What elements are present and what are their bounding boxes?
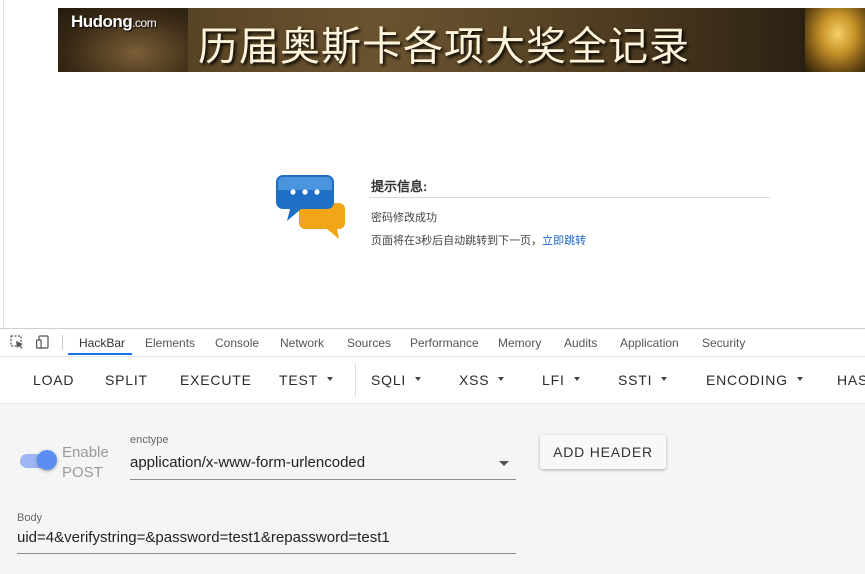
chevron-down-icon — [796, 377, 803, 382]
encoding-label: ENCODING — [706, 372, 788, 388]
enable-post-label-line1: Enable — [62, 444, 109, 461]
test-label: TEST — [279, 372, 318, 388]
banner-title: 历届奥斯卡各项大奖全记录 — [198, 24, 690, 70]
tab-audits[interactable]: Audits — [564, 336, 597, 350]
tab-security[interactable]: Security — [702, 336, 745, 350]
lfi-label: LFI — [542, 372, 565, 388]
ssti-label: SSTI — [618, 372, 653, 388]
encoding-dropdown[interactable]: ENCODING — [706, 372, 803, 388]
redirect-notice: 页面将在3秒后自动跳转到下一页，立即跳转 — [371, 232, 586, 248]
web-page: Hudong.com 历届奥斯卡各项大奖全记录 提示信息: 密码修改成功 页面将… — [0, 0, 865, 328]
message-divider — [369, 197, 770, 198]
tab-sources[interactable]: Sources — [347, 336, 391, 350]
xss-dropdown[interactable]: XSS — [459, 372, 505, 388]
chat-bubbles-icon — [276, 175, 345, 239]
tab-application[interactable]: Application — [620, 336, 679, 350]
enctype-label: enctype — [130, 434, 169, 446]
tab-elements[interactable]: Elements — [145, 336, 195, 350]
enctype-underline — [130, 479, 516, 480]
add-header-button[interactable]: ADD HEADER — [540, 435, 666, 469]
devtools-panel: HackBar Elements Console Network Sources… — [0, 328, 865, 574]
enctype-dropdown-arrow-icon[interactable] — [499, 461, 509, 466]
ssti-dropdown[interactable]: SSTI — [618, 372, 668, 388]
device-toolbar-icon[interactable] — [36, 335, 50, 349]
chevron-down-icon — [498, 377, 505, 382]
hudong-logo: Hudong.com — [71, 12, 157, 32]
hash-dropdown[interactable]: HAS — [837, 372, 865, 388]
enable-post-label-line2: POST — [62, 464, 103, 481]
message-text: 密码修改成功 — [371, 212, 437, 224]
tab-hackbar[interactable]: HackBar — [79, 336, 125, 350]
toolbar-separator — [355, 363, 356, 397]
body-underline — [17, 553, 516, 554]
body-input[interactable]: uid=4&verifystring=&password=test1&repas… — [17, 529, 390, 546]
chevron-down-icon — [326, 377, 333, 382]
tab-network[interactable]: Network — [280, 336, 324, 350]
execute-button[interactable]: EXECUTE — [180, 372, 252, 388]
test-dropdown[interactable]: TEST — [279, 372, 333, 388]
hudong-logo-suffix: .com — [132, 16, 157, 30]
tab-memory[interactable]: Memory — [498, 336, 541, 350]
load-button[interactable]: LOAD — [33, 372, 74, 388]
body-label: Body — [17, 512, 43, 524]
tab-console[interactable]: Console — [215, 336, 259, 350]
lfi-dropdown[interactable]: LFI — [542, 372, 580, 388]
hackbar-toolbar: LOAD SPLIT EXECUTE TEST SQLI XSS LFI SST… — [0, 357, 865, 404]
split-button[interactable]: SPLIT — [105, 372, 148, 388]
chevron-down-icon — [415, 377, 422, 382]
hackbar-request-panel: Enable POST enctype application/x-www-fo… — [0, 404, 865, 574]
tab-separator — [62, 335, 63, 350]
redirect-now-link[interactable]: 立即跳转 — [542, 235, 586, 247]
redirect-text: 页面将在3秒后自动跳转到下一页， — [371, 235, 543, 247]
chevron-down-icon — [573, 377, 580, 382]
xss-label: XSS — [459, 372, 490, 388]
enable-post-label: Enable POST — [62, 443, 122, 483]
hudong-logo-text: Hudong — [71, 12, 133, 31]
tab-performance[interactable]: Performance — [410, 336, 479, 350]
inspect-element-icon[interactable] — [10, 335, 24, 349]
message-title: 提示信息: — [371, 179, 428, 194]
page-edge — [3, 0, 4, 328]
enctype-select[interactable]: application/x-www-form-urlencoded — [130, 454, 365, 471]
oscar-banner-ad[interactable]: Hudong.com 历届奥斯卡各项大奖全记录 — [58, 8, 865, 72]
toggle-knob[interactable] — [37, 450, 57, 470]
chevron-down-icon — [661, 377, 668, 382]
active-tab-indicator — [68, 353, 132, 355]
sqli-dropdown[interactable]: SQLI — [371, 372, 422, 388]
devtools-tab-bar: HackBar Elements Console Network Sources… — [0, 329, 865, 357]
oscar-statue-image — [805, 8, 865, 72]
sqli-label: SQLI — [371, 372, 407, 388]
